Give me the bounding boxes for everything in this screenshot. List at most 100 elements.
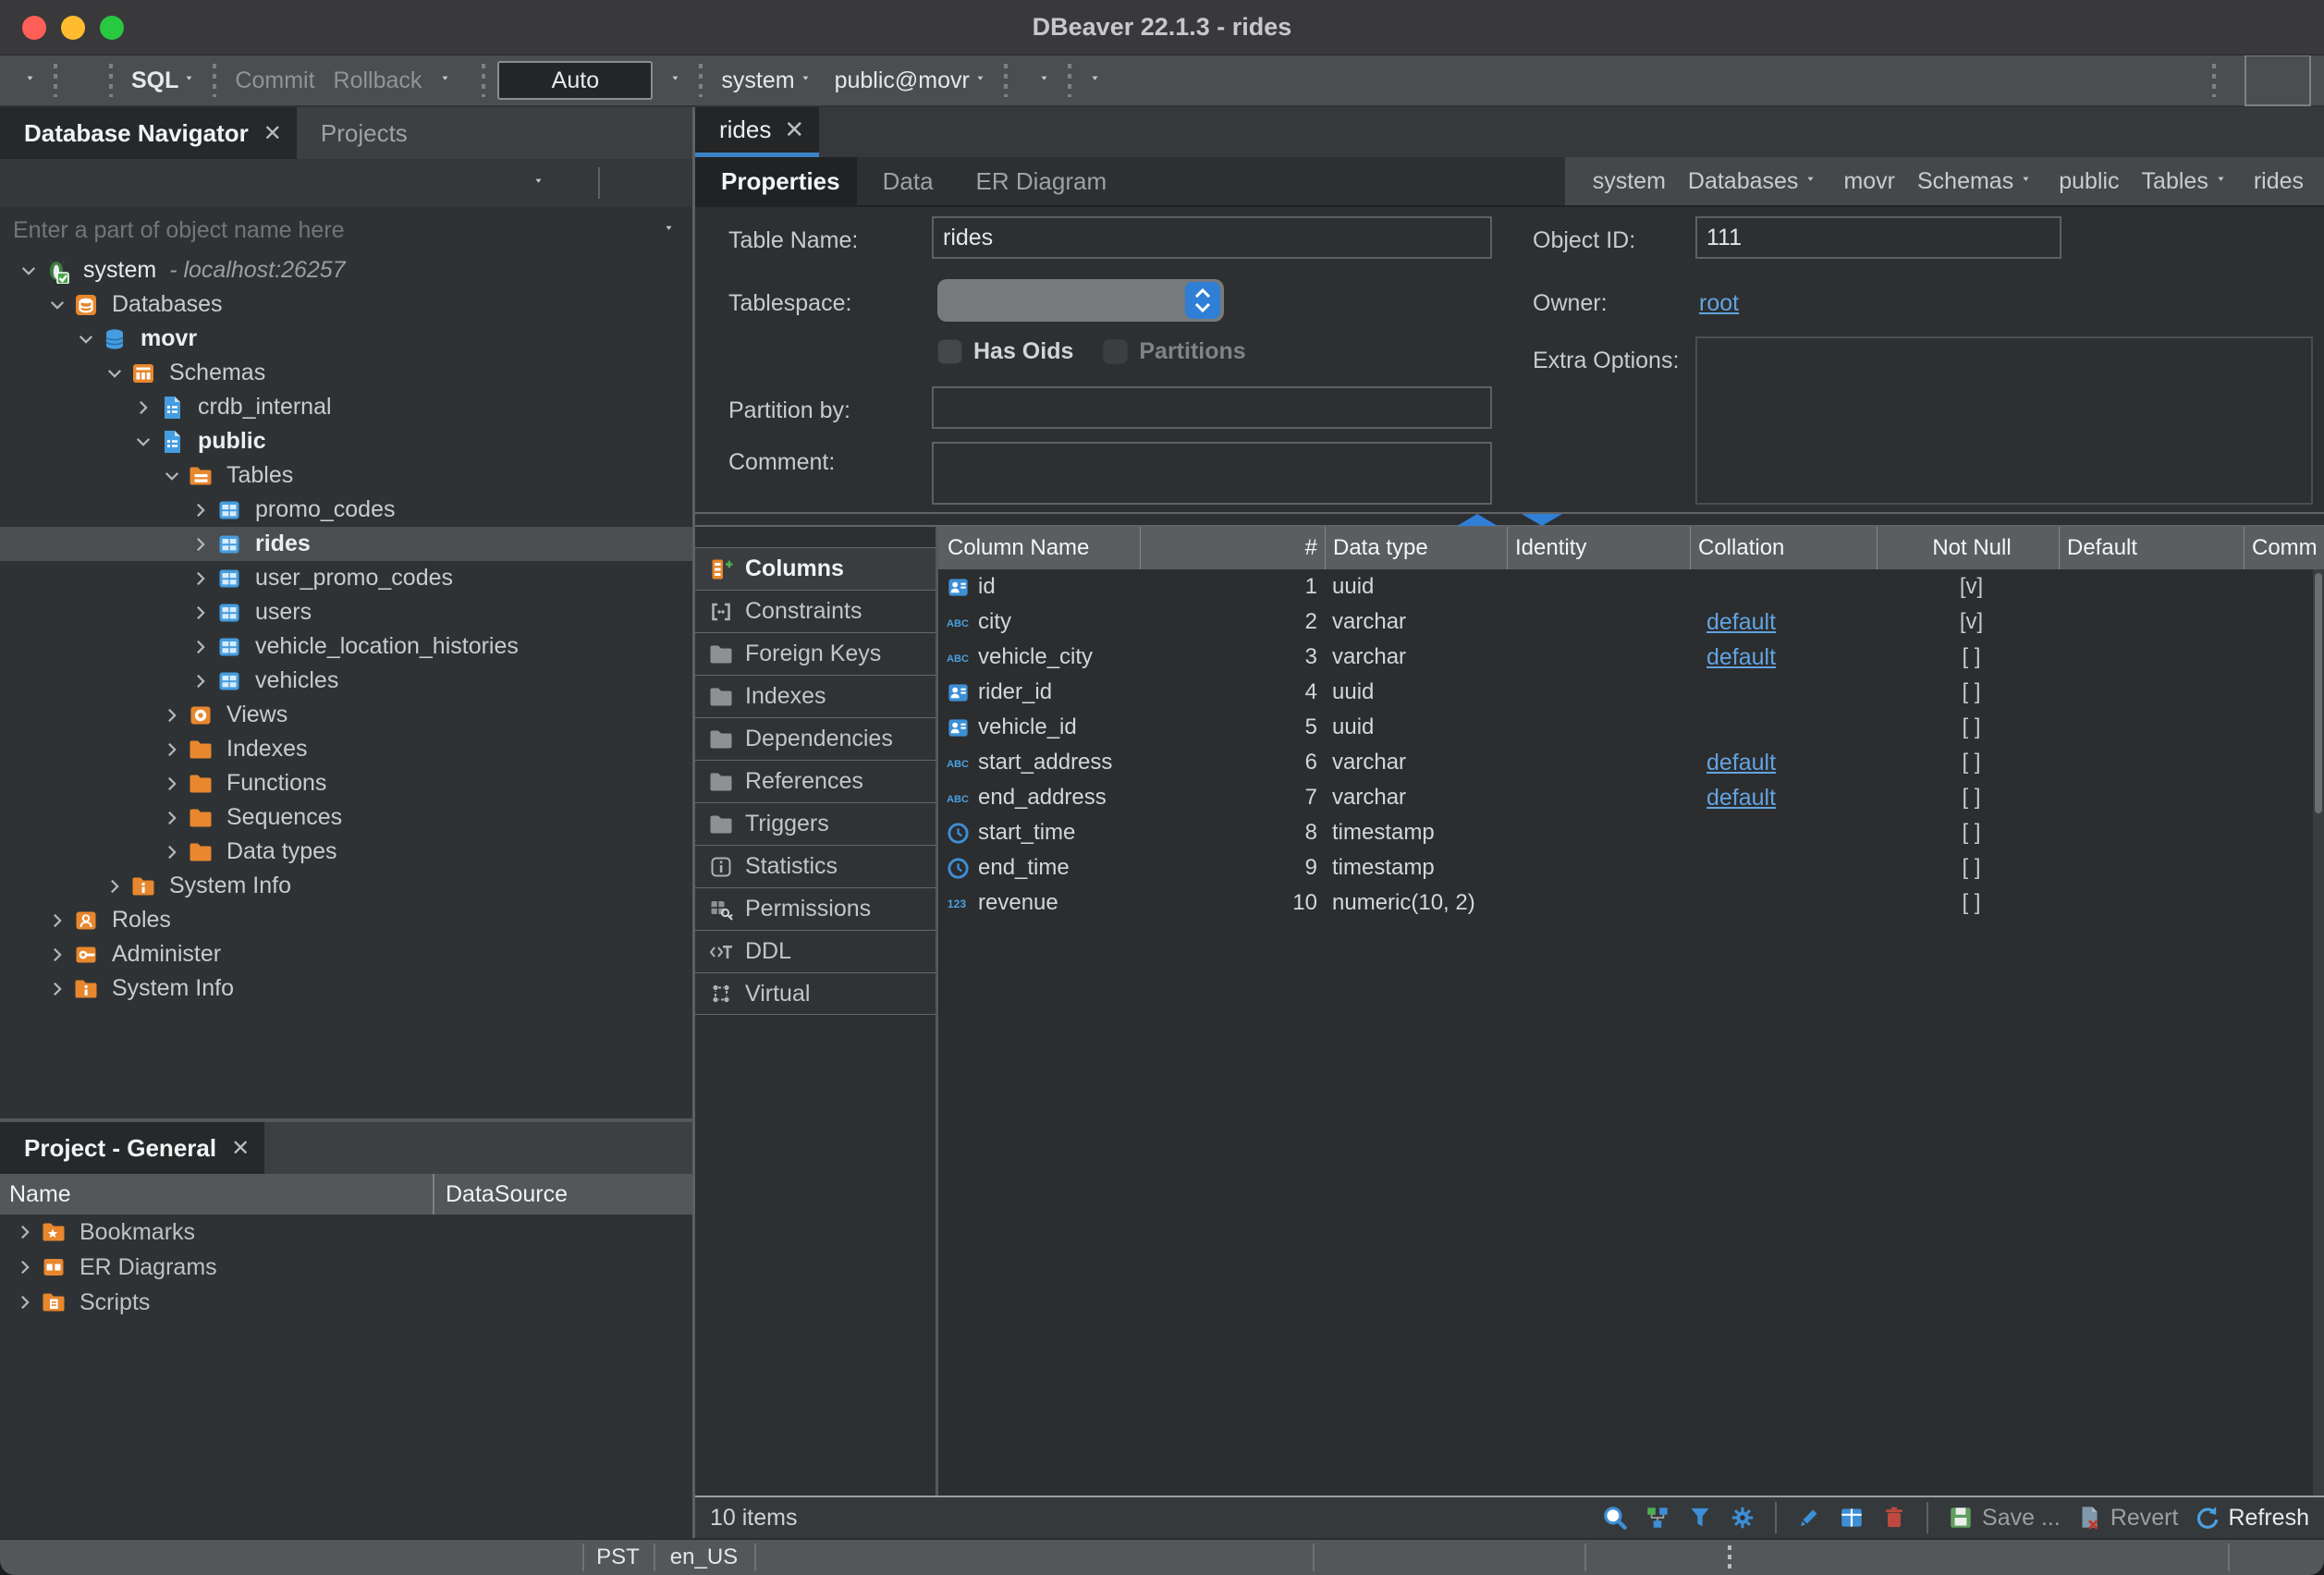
settings-gear-icon[interactable] (1729, 1504, 1756, 1532)
tree-item-administer[interactable]: Administer (0, 937, 692, 971)
chevron-down-icon[interactable] (1805, 174, 1821, 189)
chevron-down-icon[interactable] (42, 295, 73, 315)
chevron-right-icon[interactable] (185, 603, 216, 623)
chevron-down-icon[interactable] (13, 261, 44, 281)
new-folder-button[interactable] (569, 163, 581, 203)
close-icon[interactable]: ✕ (263, 120, 282, 147)
chevron-right-icon[interactable] (156, 705, 188, 726)
partitions-checkbox[interactable] (1103, 339, 1128, 364)
section-tab-statistics[interactable]: Statistics (695, 845, 936, 887)
cell-not-null[interactable]: [ ] (1877, 745, 2059, 780)
tab-rides-editor[interactable]: rides ✕ (695, 107, 819, 157)
active-schema-selector[interactable]: public@movr (823, 60, 997, 101)
grid-row-vehicle_city[interactable]: ABCvehicle_city3varchardefault[ ] (938, 640, 2324, 675)
chevron-right-icon[interactable] (156, 739, 188, 760)
tree-item-roles[interactable]: Roles (0, 903, 692, 937)
chevron-right-icon[interactable] (99, 876, 130, 897)
breadcrumb-databases[interactable]: Databases (1677, 168, 1826, 195)
active-connection-selector[interactable]: system (709, 60, 822, 101)
chevron-right-icon[interactable] (185, 568, 216, 589)
cell-not-null[interactable]: [v] (1877, 569, 2059, 604)
collation-link[interactable]: default (1706, 785, 1776, 812)
close-icon[interactable]: ✕ (784, 116, 804, 144)
tree-item-rides[interactable]: rides (0, 527, 692, 561)
column-header-datasource[interactable]: DataSource (433, 1174, 692, 1215)
collation-link[interactable]: default (1706, 609, 1776, 636)
tab-properties[interactable]: Properties (695, 157, 857, 205)
collapse-all-button[interactable] (617, 163, 630, 203)
project-item-bookmarks[interactable]: Bookmarks (0, 1215, 692, 1250)
grid-row-vehicle_id[interactable]: vehicle_id5uuid[ ] (938, 710, 2324, 745)
chevron-down-icon[interactable] (2216, 174, 2232, 189)
chevron-down-icon[interactable] (128, 432, 159, 452)
cell-not-null[interactable]: [ ] (1877, 815, 2059, 850)
new-connection-button[interactable] (13, 60, 47, 101)
search-metadata-button[interactable] (1078, 60, 1112, 101)
tools-button[interactable] (1027, 60, 1061, 101)
extra-options-field[interactable] (1695, 336, 2313, 505)
connect-button[interactable] (64, 60, 77, 101)
column-header-default[interactable]: Default (2059, 527, 2244, 569)
chevron-right-icon[interactable] (156, 808, 188, 828)
table-name-field[interactable] (932, 216, 1492, 259)
collation-link[interactable]: default (1706, 750, 1776, 776)
project-item-er-diagrams[interactable]: ER Diagrams (0, 1250, 692, 1285)
tree-item-system[interactable]: system- localhost:26257 (0, 253, 692, 287)
reconnect-button[interactable] (77, 60, 90, 101)
rollback-button[interactable]: Rollback (322, 60, 429, 101)
chevron-right-icon[interactable] (185, 534, 216, 555)
tree-item-system-info[interactable]: System Info (0, 869, 692, 903)
partition-by-field[interactable] (932, 386, 1492, 429)
cell-not-null[interactable]: [ ] (1877, 850, 2059, 885)
breadcrumb-public[interactable]: public (2048, 168, 2122, 195)
chevron-right-icon[interactable] (156, 842, 188, 862)
edit-pencil-icon[interactable] (1795, 1504, 1823, 1532)
chevron-down-icon[interactable] (2021, 174, 2037, 189)
tab-database-navigator[interactable]: Database Navigator ✕ (0, 107, 297, 159)
chevron-down-icon[interactable] (70, 329, 102, 349)
breadcrumb-schemas[interactable]: Schemas (1906, 168, 2040, 195)
tree-item-users[interactable]: users (0, 595, 692, 629)
chevron-right-icon[interactable] (9, 1257, 41, 1277)
search-icon[interactable] (1601, 1504, 1629, 1532)
section-tab-permissions[interactable]: Permissions (695, 887, 936, 930)
cell-not-null[interactable]: [ ] (1877, 885, 2059, 921)
breadcrumb-tables[interactable]: Tables (2131, 168, 2235, 195)
column-header-comment[interactable]: Comm (2244, 527, 2324, 569)
delete-trash-icon[interactable] (1880, 1504, 1908, 1532)
tree-item-system-info[interactable]: System Info (0, 971, 692, 1006)
grid-row-end_address[interactable]: ABCend_address7varchardefault[ ] (938, 780, 2324, 815)
section-tab-references[interactable]: References (695, 760, 936, 802)
grid-row-city[interactable]: ABCcity2varchardefault[v] (938, 604, 2324, 640)
chevron-right-icon[interactable] (156, 774, 188, 794)
section-tab-ddl[interactable]: DDL (695, 930, 936, 972)
tab-er-diagram[interactable]: ER Diagram (950, 157, 1124, 205)
quick-search-button[interactable] (2193, 60, 2206, 101)
filter-icon[interactable] (1686, 1504, 1714, 1532)
dashboard-button[interactable] (1014, 60, 1027, 101)
grid-row-revenue[interactable]: 123revenue10numeric(10, 2)[ ] (938, 885, 2324, 921)
chevron-right-icon[interactable] (42, 945, 73, 965)
chevron-right-icon[interactable] (185, 500, 216, 520)
tab-data[interactable]: Data (857, 157, 950, 205)
tree-item-vehicle-location-histories[interactable]: vehicle_location_histories (0, 629, 692, 664)
column-header-datatype[interactable]: Data type (1325, 527, 1507, 569)
refresh-button[interactable]: Refresh (2193, 1504, 2309, 1532)
column-header-identity[interactable]: Identity (1507, 527, 1690, 569)
link-editor-button[interactable] (642, 163, 655, 203)
disconnect-button[interactable] (90, 60, 103, 101)
grid-row-start_time[interactable]: start_time8timestamp[ ] (938, 815, 2324, 850)
collapse-down-icon[interactable] (1522, 514, 1562, 526)
new-connection-button[interactable] (521, 163, 556, 203)
grid-row-id[interactable]: id1uuid[v] (938, 569, 2324, 604)
er-view-icon[interactable] (1644, 1504, 1671, 1532)
chevron-right-icon[interactable] (42, 979, 73, 999)
section-tab-foreign-keys[interactable]: Foreign Keys (695, 632, 936, 675)
breadcrumb-movr[interactable]: movr (1832, 168, 1899, 195)
statusbar-drag-handle[interactable] (1728, 1545, 1731, 1569)
object-id-field[interactable] (1695, 216, 2061, 259)
has-oids-checkbox[interactable] (937, 339, 962, 364)
breadcrumb-rides[interactable]: rides (2243, 168, 2307, 195)
grid-row-rider_id[interactable]: rider_id4uuid[ ] (938, 675, 2324, 710)
chevron-right-icon[interactable] (9, 1292, 41, 1312)
